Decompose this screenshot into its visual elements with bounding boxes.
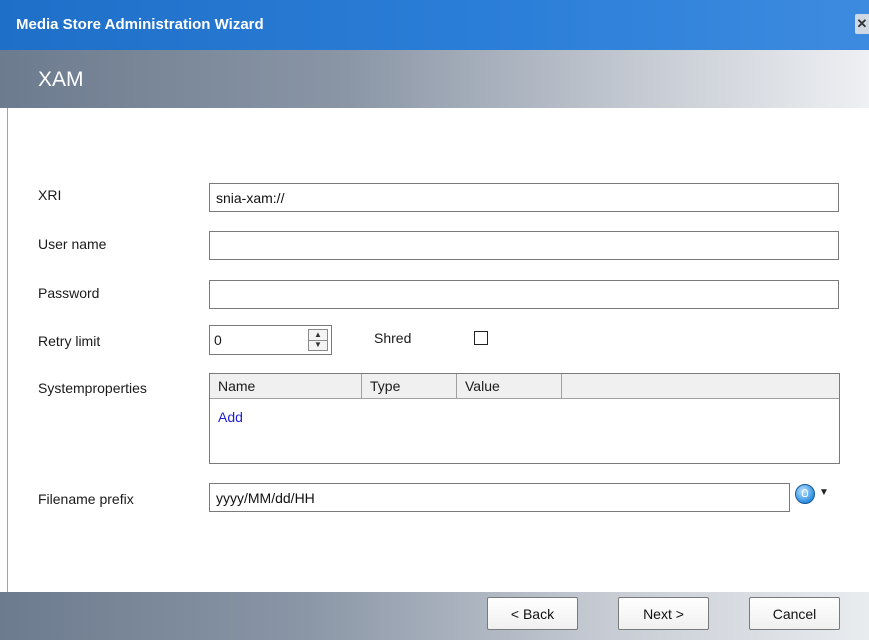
add-property-link[interactable]: Add bbox=[218, 409, 243, 425]
grid-header: Name Type Value bbox=[210, 374, 839, 399]
wizard-header: XAM bbox=[0, 50, 869, 108]
chevron-down-icon[interactable]: ▼ bbox=[819, 487, 829, 498]
page-subtitle: XAM bbox=[38, 68, 84, 91]
system-properties-label: Systemproperties bbox=[38, 380, 147, 396]
retry-limit-stepper[interactable]: 0 ▲ ▼ bbox=[209, 325, 332, 355]
cancel-button[interactable]: Cancel bbox=[749, 597, 840, 630]
wizard-footer bbox=[0, 592, 869, 640]
system-properties-grid[interactable]: Name Type Value Add bbox=[209, 373, 840, 464]
column-header-value[interactable]: Value bbox=[457, 374, 562, 398]
column-header-name[interactable]: Name bbox=[210, 374, 362, 398]
back-button[interactable]: < Back bbox=[487, 597, 578, 630]
window-title: Media Store Administration Wizard bbox=[16, 16, 264, 33]
close-icon[interactable]: ✕ bbox=[855, 14, 869, 34]
stepper-arrows[interactable]: ▲ ▼ bbox=[308, 329, 328, 351]
spin-down-icon[interactable]: ▼ bbox=[309, 340, 327, 350]
filename-prefix-input[interactable] bbox=[209, 483, 790, 512]
lightbulb-icon[interactable] bbox=[795, 484, 815, 504]
retry-limit-label: Retry limit bbox=[38, 333, 101, 349]
column-header-type[interactable]: Type bbox=[362, 374, 457, 398]
user-name-label: User name bbox=[38, 236, 107, 252]
password-label: Password bbox=[38, 285, 100, 301]
left-border bbox=[7, 108, 8, 592]
user-name-input[interactable] bbox=[209, 231, 839, 260]
xri-label: XRI bbox=[38, 187, 62, 203]
title-bar: Media Store Administration Wizard ✕ bbox=[0, 0, 869, 50]
xri-input[interactable] bbox=[209, 183, 839, 212]
retry-limit-value[interactable]: 0 bbox=[214, 332, 222, 348]
next-button[interactable]: Next > bbox=[618, 597, 709, 630]
password-input[interactable] bbox=[209, 280, 839, 309]
filename-prefix-label: Filename prefix bbox=[38, 491, 134, 507]
shred-checkbox[interactable] bbox=[474, 331, 488, 345]
shred-label: Shred bbox=[374, 330, 412, 346]
